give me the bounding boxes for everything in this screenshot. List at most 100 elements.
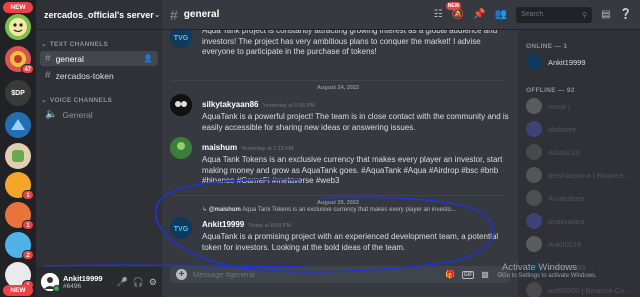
- pin-icon[interactable]: 📌: [473, 9, 485, 20]
- avatar: [526, 236, 542, 252]
- member-item[interactable]: naval |: [526, 98, 570, 114]
- member-name: naval |: [548, 101, 570, 111]
- message: silkytakyaan86 Yesterday at 5:06 PM AquaT…: [170, 94, 510, 133]
- member-item[interactable]: anf90900 | Binance Cu...: [526, 282, 630, 297]
- add-member-icon[interactable]: 👤: [143, 54, 153, 63]
- server-icon[interactable]: [5, 112, 31, 138]
- member-item[interactable]: analiyafara: [526, 213, 585, 229]
- server-icon[interactable]: [5, 143, 31, 169]
- message-list[interactable]: TVG Aqua Tank project is constantly attr…: [162, 30, 512, 262]
- server-rail: NEW 47 $DP 1 1 2 1 NEW: [0, 0, 36, 297]
- offline-header: OFFLINE — 92: [526, 87, 575, 94]
- timestamp: Yesterday at 5:06 PM: [262, 103, 315, 109]
- channel-header: # general ☷ 🔕 NEW 📌 👥 Search ⚲ ▤ ❔: [162, 0, 640, 30]
- help-icon[interactable]: ❔: [620, 9, 632, 20]
- avatar: [526, 167, 542, 183]
- windows-activation-watermark: Activate Windows Go to Settings to activ…: [502, 262, 597, 279]
- new-unread-pill[interactable]: NEW: [3, 285, 33, 296]
- chat-area: TVG Aqua Tank project is constantly attr…: [162, 0, 518, 297]
- sticker-icon[interactable]: ▩: [481, 270, 489, 279]
- channel-item-general[interactable]: # general 👤: [40, 51, 158, 66]
- member-name: Ankit19999: [548, 57, 586, 67]
- mention-badge: 1: [22, 190, 34, 200]
- channel-label: zercados-token: [55, 70, 114, 81]
- reply-author: @maishum: [208, 207, 241, 213]
- gear-icon[interactable]: ⚙: [149, 277, 157, 288]
- message-placeholder: Message #general: [193, 270, 255, 279]
- avatar: [526, 144, 542, 160]
- avatar: [526, 54, 542, 70]
- new-unread-pill[interactable]: NEW: [3, 2, 33, 13]
- avatar[interactable]: [41, 273, 60, 292]
- online-status-dot: [53, 285, 60, 292]
- server-header[interactable]: zercados_official's server ⌄: [36, 0, 162, 30]
- server-icon-dp[interactable]: $DP: [5, 80, 31, 106]
- mention-badge: 2: [22, 250, 34, 260]
- user-panel: Ankit19999 #6496 🎤 🎧 ⚙: [36, 267, 162, 297]
- message: maishum Yesterday at 7:13 PM Aqua Tank To…: [170, 137, 510, 187]
- message-input[interactable]: + Message #general 🎁 GIF ▩ ☺: [170, 266, 510, 283]
- member-item[interactable]: Ankit0016: [526, 236, 581, 252]
- member-item[interactable]: alabatee: [526, 121, 577, 137]
- server-icon[interactable]: 1: [5, 202, 34, 230]
- message: TVG Aqua Tank project is constantly attr…: [170, 30, 510, 58]
- message: ↳ @maishum Aqua Tank Tokens is an exclus…: [170, 206, 510, 253]
- chevron-down-icon: ⌄: [41, 97, 47, 104]
- threads-icon[interactable]: ☷: [434, 9, 443, 20]
- avatar[interactable]: [170, 94, 192, 116]
- svg-text:TVG: TVG: [174, 35, 189, 42]
- server-icon[interactable]: 47: [5, 46, 34, 74]
- notification-bell-icon[interactable]: 🔕 NEW: [445, 2, 464, 20]
- hash-icon: #: [45, 53, 51, 64]
- add-attachment-button[interactable]: +: [176, 269, 187, 280]
- headphones-icon[interactable]: 🎧: [133, 277, 144, 288]
- message-author[interactable]: silkytakyaan86: [202, 100, 259, 109]
- member-list: ONLINE — 1 Ankit19999 OFFLINE — 92 naval…: [518, 30, 640, 297]
- server-icon[interactable]: 1: [5, 172, 34, 200]
- avatar: [526, 213, 542, 229]
- search-icon: ⚲: [581, 11, 588, 19]
- watermark-title: Activate Windows: [502, 262, 577, 273]
- search-placeholder: Search: [521, 11, 544, 18]
- chevron-down-icon[interactable]: ⌄: [154, 10, 161, 19]
- member-item[interactable]: Ankit19999: [526, 54, 586, 70]
- category-voice-channels[interactable]: ⌄ VOICE CHANNELS: [36, 96, 162, 105]
- member-name: Amandeep: [548, 193, 585, 203]
- watermark-subtitle: Go to Settings to activate Windows.: [502, 273, 597, 279]
- category-text-channels[interactable]: ⌄ TEXT CHANNELS: [36, 40, 162, 49]
- channel-item-zercados-token[interactable]: # zercados-token: [40, 68, 158, 83]
- member-item[interactable]: Amandeep: [526, 190, 584, 206]
- member-name: analiyafara: [548, 216, 585, 226]
- message-text: AquaTank is a promising project with an …: [202, 232, 499, 252]
- mention-badge: 1: [22, 220, 34, 230]
- inbox-icon[interactable]: ▤: [601, 9, 610, 20]
- chevron-down-icon: ⌄: [41, 41, 47, 48]
- reply-text: Aqua Tank Tokens is an exclusive currenc…: [242, 207, 456, 213]
- message-author[interactable]: maishum: [202, 143, 237, 152]
- server-icon[interactable]: [5, 14, 31, 40]
- date-divider: August 25, 2022: [172, 195, 504, 206]
- member-name: Ankit0016: [548, 239, 582, 249]
- reply-preview[interactable]: ↳ @maishum Aqua Tank Tokens is an exclus…: [202, 206, 510, 213]
- message-author[interactable]: Ankit19999: [202, 220, 244, 229]
- avatar: [526, 121, 542, 137]
- avatar[interactable]: TVG: [170, 30, 192, 48]
- user-tag: #6496: [63, 283, 82, 290]
- channel-sidebar: zercados_official's server ⌄ ⌄ TEXT CHAN…: [36, 0, 162, 297]
- speaker-icon: 🔈: [45, 109, 58, 120]
- svg-text:TVG: TVG: [174, 226, 189, 233]
- avatar[interactable]: [170, 137, 192, 159]
- avatar[interactable]: TVG: [170, 217, 192, 239]
- member-item[interactable]: aleshacorina | Binance...: [526, 167, 630, 183]
- timestamp: Yesterday at 7:13 PM: [241, 146, 294, 152]
- gif-button[interactable]: GIF: [461, 270, 475, 279]
- channel-item-voice-general[interactable]: 🔈 General: [40, 107, 158, 122]
- search-input[interactable]: Search ⚲: [516, 6, 593, 23]
- gift-icon[interactable]: 🎁: [445, 270, 455, 279]
- server-icon[interactable]: 2: [5, 232, 34, 260]
- member-item[interactable]: Alaa6210: [526, 144, 580, 160]
- microphone-icon[interactable]: 🎤: [116, 277, 127, 288]
- hash-icon: #: [170, 6, 178, 23]
- channel-title: general: [183, 9, 220, 20]
- member-list-icon[interactable]: 👥: [495, 9, 507, 20]
